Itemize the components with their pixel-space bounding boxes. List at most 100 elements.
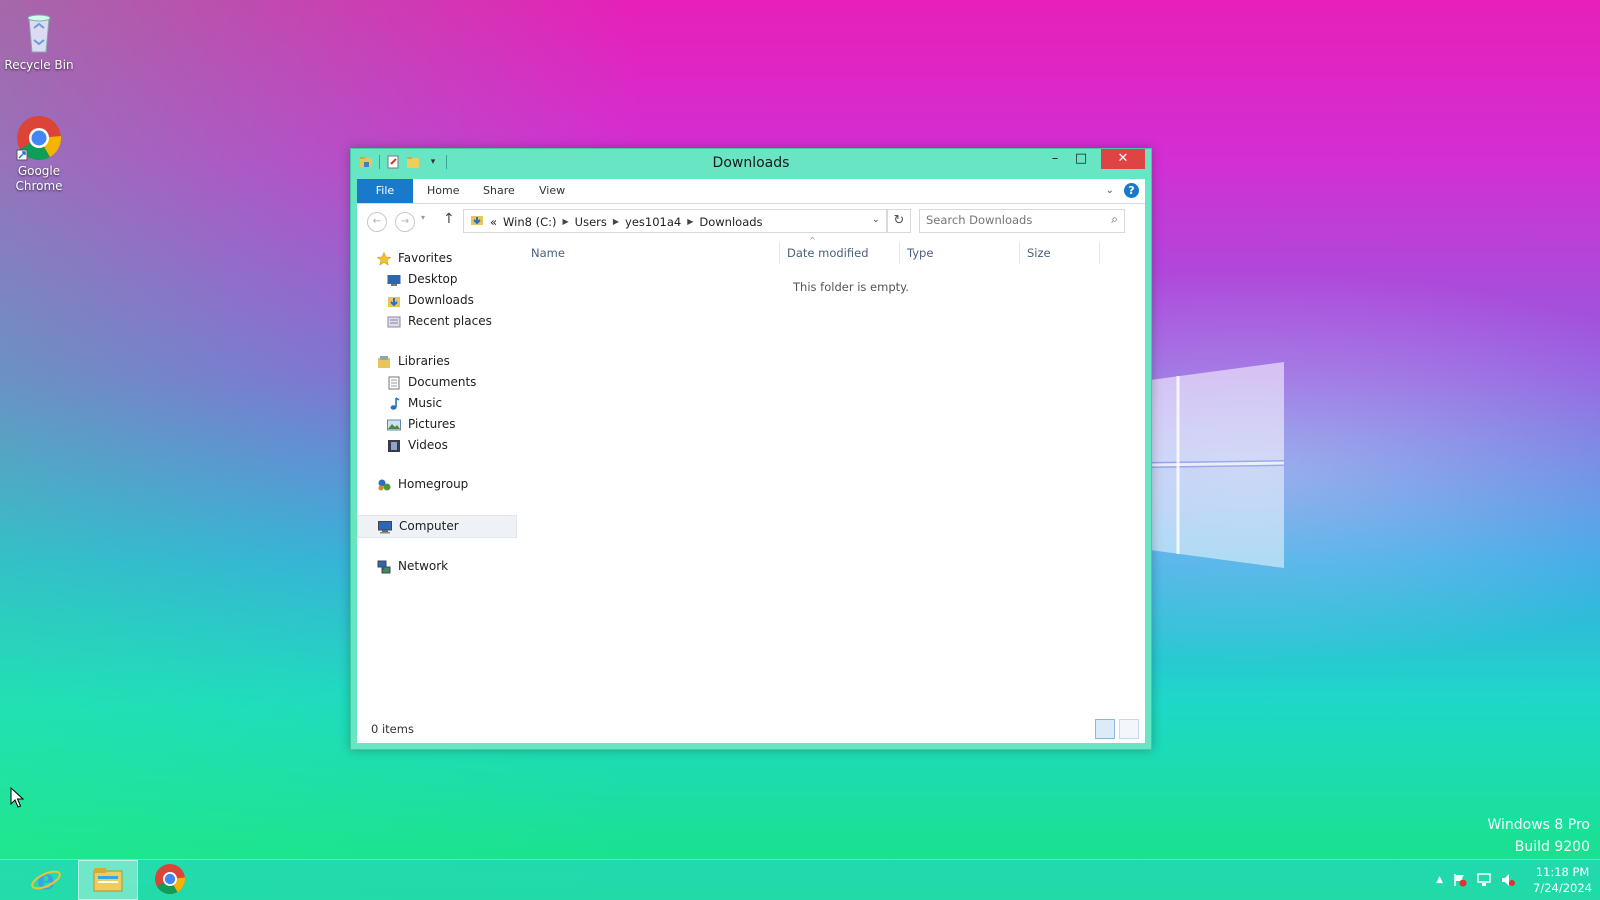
nav-label: Network [398,559,449,573]
taskbar-internet-explorer[interactable]: e [16,860,76,900]
recent-locations-icon[interactable]: ▾ [421,213,425,222]
up-button[interactable]: ↑ [443,211,455,227]
chevron-right-icon[interactable]: ▶ [613,217,619,226]
column-header-type[interactable]: Type [907,246,933,260]
navigation-pane: Favorites Desktop Downloads Recent place… [357,238,517,714]
recycle-bin-icon [15,8,63,56]
taskbar: e ▲ 11:18 PM 7/24/2024 [0,859,1600,900]
chevron-right-icon[interactable]: ▶ [563,217,569,226]
libraries-group: Libraries Documents Music Pictures Video… [357,351,517,456]
forward-button[interactable]: → [395,212,415,232]
column-separator[interactable] [779,242,780,264]
network-status-icon[interactable] [1477,873,1491,887]
nav-homegroup[interactable]: Homegroup [357,474,517,495]
breadcrumb-win8-c[interactable]: Win8 (C:) [503,215,556,229]
taskbar-file-explorer[interactable] [78,860,138,900]
details-view-icon[interactable] [1095,719,1115,739]
downloads-folder-icon [387,294,402,308]
breadcrumb-users[interactable]: Users [575,215,607,229]
watermark-build: Build 9200 [1514,839,1590,855]
taskbar-clock[interactable]: 11:18 PM 7/24/2024 [1533,864,1592,896]
computer-group: Computer [357,515,517,538]
nav-downloads[interactable]: Downloads [357,290,517,311]
column-separator[interactable] [1019,242,1020,264]
column-separator[interactable] [899,242,900,264]
item-count: 0 items [371,722,414,736]
address-dropdown-icon[interactable]: ⌄ [872,214,880,225]
computer-icon [378,520,393,534]
desktop-icon-label: Google Chrome [15,164,63,193]
nav-label: Music [408,396,443,410]
chrome-icon [15,114,63,162]
refresh-button[interactable]: ↻ [887,209,911,233]
tab-view[interactable]: View [525,179,579,203]
nav-desktop[interactable]: Desktop [357,269,517,290]
desktop-icon-google-chrome[interactable]: Google Chrome [0,114,78,194]
nav-label: Videos [408,438,448,452]
sort-ascending-icon: ^ [809,236,816,245]
empty-folder-message: This folder is empty. [793,280,909,294]
tab-file[interactable]: File [357,179,413,203]
column-separator[interactable] [1099,242,1100,264]
column-header-size[interactable]: Size [1027,246,1051,260]
address-bar[interactable]: « Win8 (C:) ▶ Users ▶ yes101a4 ▶ Downloa… [463,209,887,233]
breadcrumb-overflow[interactable]: « [490,215,497,229]
libraries-icon [377,355,392,369]
homegroup-icon [377,478,392,492]
chevron-right-icon[interactable]: ▶ [687,217,693,226]
videos-icon [387,439,402,453]
nav-label: Recent places [408,314,492,328]
column-header-name[interactable]: Name [531,246,565,260]
column-header-date-modified[interactable]: Date modified [787,246,869,260]
action-center-flag-icon[interactable] [1453,873,1467,887]
nav-recent-places[interactable]: Recent places [357,311,517,332]
chrome-icon [154,863,186,898]
windows-build-watermark: Windows 8 Pro Build 9200 [1487,814,1590,858]
system-tray: ▲ 11:18 PM 7/24/2024 [1436,864,1592,896]
minimize-button[interactable]: – [1041,149,1069,169]
file-explorer-icon [92,863,124,898]
tab-home[interactable]: Home [413,179,473,203]
maximize-button[interactable]: □ [1067,149,1095,169]
status-bar: 0 items [357,714,1145,743]
search-icon[interactable]: ⌕ [1111,212,1118,227]
nav-label: Computer [399,519,459,533]
close-button[interactable]: ✕ [1101,149,1145,169]
nav-pictures[interactable]: Pictures [357,414,517,435]
nav-videos[interactable]: Videos [357,435,517,456]
nav-libraries[interactable]: Libraries [357,351,517,372]
mouse-pointer-icon [10,786,26,809]
nav-favorites[interactable]: Favorites [357,248,517,269]
help-icon[interactable]: ? [1124,183,1139,198]
nav-network[interactable]: Network [357,556,517,577]
nav-label: Documents [408,375,477,389]
show-hidden-icons-icon[interactable]: ▲ [1436,875,1443,885]
search-input[interactable] [920,210,1102,230]
breadcrumb-yes101a4[interactable]: yes101a4 [625,215,681,229]
ribbon-right-controls: ⌄ ? [1106,183,1139,198]
content-area: Favorites Desktop Downloads Recent place… [357,236,1145,714]
window-title: Downloads [712,155,790,171]
ribbon-tabs: File Home Share View ⌄ ? [357,179,1145,204]
tab-share[interactable]: Share [469,179,529,203]
title-bar[interactable]: ▾ Downloads – □ ✕ [351,149,1151,179]
taskbar-google-chrome[interactable] [140,860,200,900]
nav-label: Desktop [408,272,458,286]
volume-muted-icon[interactable] [1501,873,1516,887]
clock-date: 7/24/2024 [1533,881,1592,895]
desktop-icon [387,273,402,287]
homegroup-group: Homegroup [357,474,517,495]
nav-music[interactable]: Music [357,393,517,414]
large-icons-view-icon[interactable] [1119,719,1139,739]
documents-icon [387,376,402,390]
network-group: Network [357,556,517,577]
back-button[interactable]: ← [367,212,387,232]
nav-computer[interactable]: Computer [357,515,517,538]
expand-ribbon-icon[interactable]: ⌄ [1106,185,1114,196]
breadcrumb-downloads[interactable]: Downloads [699,215,762,229]
network-icon [377,560,392,574]
desktop-icon-recycle-bin[interactable]: Recycle Bin [0,8,78,73]
favorites-group: Favorites Desktop Downloads Recent place… [357,248,517,332]
file-list-pane: ^ Name Date modified Type Size This fold… [517,236,1145,714]
nav-documents[interactable]: Documents [357,372,517,393]
